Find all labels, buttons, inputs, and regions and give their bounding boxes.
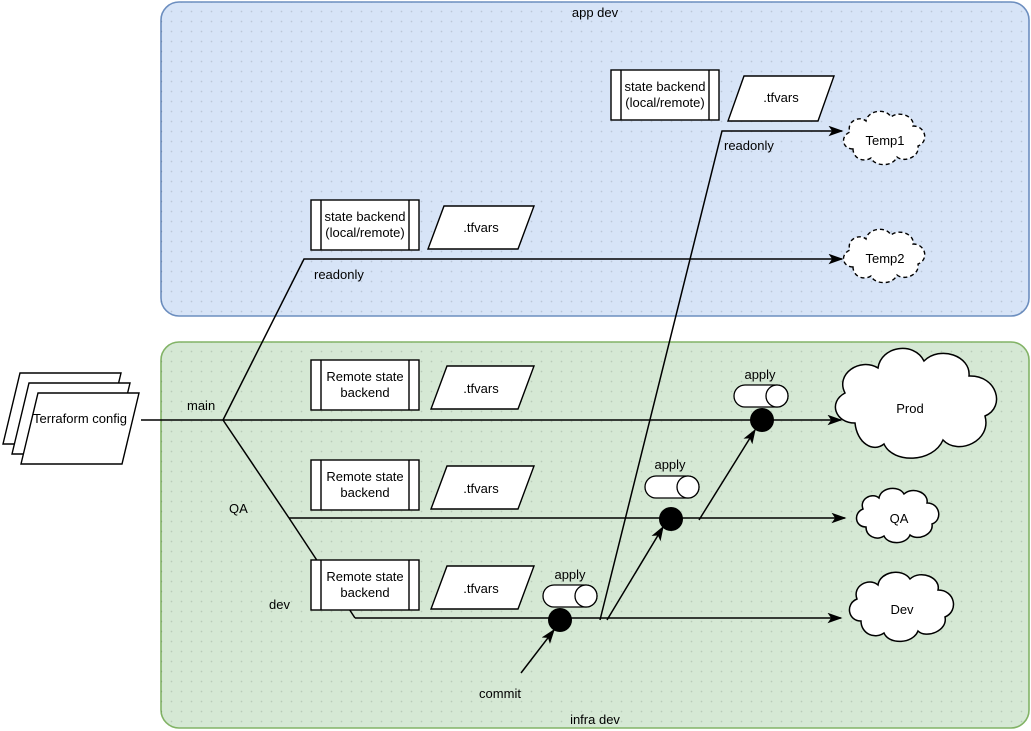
remote-state-line1: Remote state [326, 568, 404, 584]
label-cloud-qa: QA [889, 510, 909, 526]
label-tfvars-temp2: .tfvars [463, 219, 499, 235]
toggle-apply-main[interactable] [733, 384, 789, 408]
label-branch-main: main [187, 398, 216, 413]
remote-state-line1: Remote state [326, 368, 404, 384]
label-state-backend-temp1: state backend (local/remote) [625, 79, 706, 112]
label-remote-state-backend-main: Remote state backend [326, 369, 403, 402]
node-main-merge [750, 408, 774, 432]
label-remote-state-backend-qa: Remote state backend [326, 469, 403, 502]
state-backend-line2: (local/remote) [625, 95, 705, 110]
label-toggle-apply-main: apply [744, 366, 776, 382]
label-edge-readonly-temp1: readonly [724, 138, 774, 153]
diagram-canvas: app dev infra dev state backend (local/r… [0, 0, 1031, 731]
node-dev-merge [548, 608, 572, 632]
label-branch-qa: QA [229, 501, 248, 516]
diagram-graphics [2, 1, 1030, 729]
label-toggle-apply-qa: apply [654, 456, 686, 472]
label-tfvars-dev: .tfvars [463, 580, 499, 596]
label-tfvars-main: .tfvars [463, 380, 499, 396]
label-tfvars-qa: .tfvars [463, 480, 499, 496]
label-edge-readonly-temp2: readonly [314, 267, 364, 282]
remote-state-line2: backend [340, 385, 390, 400]
label-commit: commit [479, 685, 521, 701]
label-cloud-temp1: Temp1 [865, 132, 905, 148]
state-backend-line1: state backend [324, 208, 406, 224]
label-toggle-apply-dev: apply [554, 566, 586, 582]
state-backend-line2: (local/remote) [325, 225, 405, 240]
label-cloud-prod: Prod [896, 400, 924, 416]
label-terraform-config: Terraform config [33, 410, 127, 426]
remote-state-line2: backend [340, 585, 390, 600]
toggle-apply-qa[interactable] [644, 475, 700, 499]
toggle-apply-dev[interactable] [542, 584, 598, 608]
label-cloud-temp2: Temp2 [865, 250, 905, 266]
remote-state-line1: Remote state [326, 468, 404, 484]
remote-state-line2: backend [340, 485, 390, 500]
label-branch-dev: dev [269, 597, 290, 612]
label-state-backend-temp2: state backend (local/remote) [325, 209, 406, 242]
state-backend-line1: state backend [624, 78, 706, 94]
panel-title-infra-dev: infra dev [570, 711, 620, 727]
label-tfvars-temp1: .tfvars [763, 89, 799, 105]
panel-title-app-dev: app dev [571, 4, 619, 20]
label-remote-state-backend-dev: Remote state backend [326, 569, 403, 602]
node-qa-merge [659, 507, 683, 531]
label-cloud-dev: Dev [890, 601, 914, 617]
